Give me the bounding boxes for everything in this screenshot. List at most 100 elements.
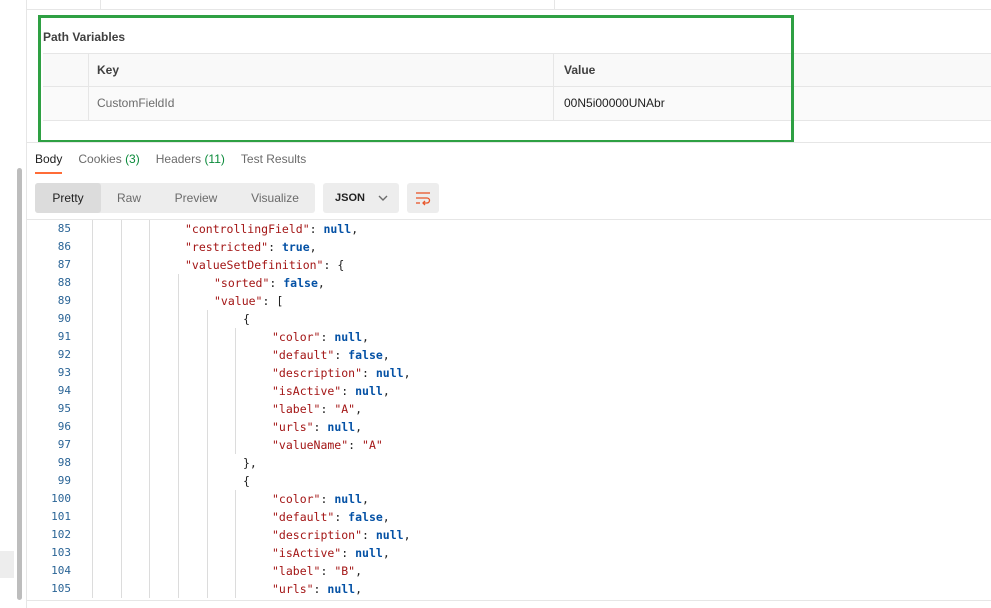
indent-guide — [235, 544, 236, 562]
indent-guide — [121, 310, 122, 328]
indent-guide — [178, 562, 179, 580]
indent-guide — [92, 256, 93, 274]
indent-guide — [178, 274, 179, 292]
code-text: "urls": null, — [272, 420, 363, 434]
indent-guide — [92, 562, 93, 580]
line-number: 90 — [57, 312, 71, 325]
indent-guide — [149, 562, 150, 580]
wrap-lines-button[interactable] — [407, 183, 439, 213]
code-line: 101 "default": false, — [26, 508, 991, 526]
indent-guide — [207, 526, 208, 544]
indent-guide — [207, 544, 208, 562]
code-text: "default": false, — [272, 510, 390, 524]
indent-guide — [207, 436, 208, 454]
indent-guide — [121, 508, 122, 526]
code-line: 86 "restricted": true, — [26, 238, 991, 256]
indent-guide — [121, 328, 122, 346]
code-text: "color": null, — [272, 492, 369, 506]
indent-guide — [235, 562, 236, 580]
line-number: 91 — [57, 330, 71, 343]
indent-guide — [121, 364, 122, 382]
indent-guide — [178, 364, 179, 382]
line-number: 94 — [57, 384, 71, 397]
indent-guide — [178, 292, 179, 310]
code-line: 92 "default": false, — [26, 346, 991, 364]
indent-guide — [149, 238, 150, 256]
code-line: 89 "value": [ — [26, 292, 991, 310]
line-number: 87 — [57, 258, 71, 271]
indent-guide — [235, 526, 236, 544]
left-rail — [0, 0, 27, 608]
indent-guide — [149, 328, 150, 346]
indent-guide — [92, 274, 93, 292]
line-number: 104 — [51, 564, 71, 577]
indent-guide — [149, 400, 150, 418]
indent-guide — [178, 454, 179, 472]
indent-guide — [207, 400, 208, 418]
indent-guide — [207, 472, 208, 490]
code-text: "controllingField": null, — [185, 222, 359, 236]
tab-cookies[interactable]: Cookies (3) — [78, 151, 139, 175]
code-text: "default": false, — [272, 348, 390, 362]
indent-guide — [92, 238, 93, 256]
indent-guide — [149, 274, 150, 292]
indent-guide — [178, 328, 179, 346]
indent-guide — [149, 310, 150, 328]
code-text: }, — [243, 456, 257, 470]
tab-test-results[interactable]: Test Results — [241, 151, 306, 175]
line-number: 99 — [57, 474, 71, 487]
indent-guide — [121, 292, 122, 310]
line-number: 86 — [57, 240, 71, 253]
code-text: "description": null, — [272, 366, 411, 380]
indent-guide — [92, 472, 93, 490]
code-line: 90 { — [26, 310, 991, 328]
indent-guide — [207, 418, 208, 436]
line-number: 88 — [57, 276, 71, 289]
indent-guide — [121, 382, 122, 400]
indent-guide — [178, 580, 179, 598]
response-tabs: Body Cookies (3) Headers (11) Test Resul… — [35, 151, 322, 175]
code-line: 93 "description": null, — [26, 364, 991, 382]
line-number: 97 — [57, 438, 71, 451]
indent-guide — [207, 346, 208, 364]
view-mode-pretty[interactable]: Pretty — [35, 183, 101, 213]
indent-guide — [92, 364, 93, 382]
indent-guide — [149, 220, 150, 238]
indent-guide — [121, 526, 122, 544]
response-body-editor[interactable]: 85 "controllingField": null, 86 "restricted… — [26, 220, 991, 600]
indent-guide — [92, 292, 93, 310]
sidebar-handle[interactable] — [0, 551, 14, 578]
indent-guide — [207, 580, 208, 598]
line-number: 85 — [57, 222, 71, 235]
code-line: 97 "valueName": "A" — [26, 436, 991, 454]
indent-guide — [178, 436, 179, 454]
indent-guide — [235, 364, 236, 382]
tab-body[interactable]: Body — [35, 151, 63, 175]
code-text: "urls": null, — [272, 582, 363, 596]
indent-guide — [92, 418, 93, 436]
indent-guide — [235, 418, 236, 436]
previous-table-row — [26, 0, 991, 10]
code-text: "isActive": null, — [272, 384, 390, 398]
indent-guide — [149, 544, 150, 562]
indent-guide — [149, 490, 150, 508]
line-number: 96 — [57, 420, 71, 433]
scrollbar[interactable] — [17, 168, 22, 600]
view-mode-visualize[interactable]: Visualize — [239, 183, 311, 213]
tab-headers[interactable]: Headers (11) — [156, 151, 225, 175]
indent-guide — [92, 544, 93, 562]
code-text: "description": null, — [272, 528, 411, 542]
line-number: 103 — [51, 546, 71, 559]
format-select[interactable]: JSON — [323, 183, 399, 213]
tab-label: Body — [35, 152, 63, 166]
divider — [26, 600, 991, 601]
indent-guide — [178, 382, 179, 400]
code-line: 100 "color": null, — [26, 490, 991, 508]
view-mode-preview[interactable]: Preview — [161, 183, 231, 213]
indent-guide — [92, 400, 93, 418]
line-number: 105 — [51, 582, 71, 595]
line-number: 100 — [51, 492, 71, 505]
code-text: "valueSetDefinition": { — [185, 258, 345, 272]
view-mode-raw[interactable]: Raw — [105, 183, 153, 213]
line-number: 89 — [57, 294, 71, 307]
